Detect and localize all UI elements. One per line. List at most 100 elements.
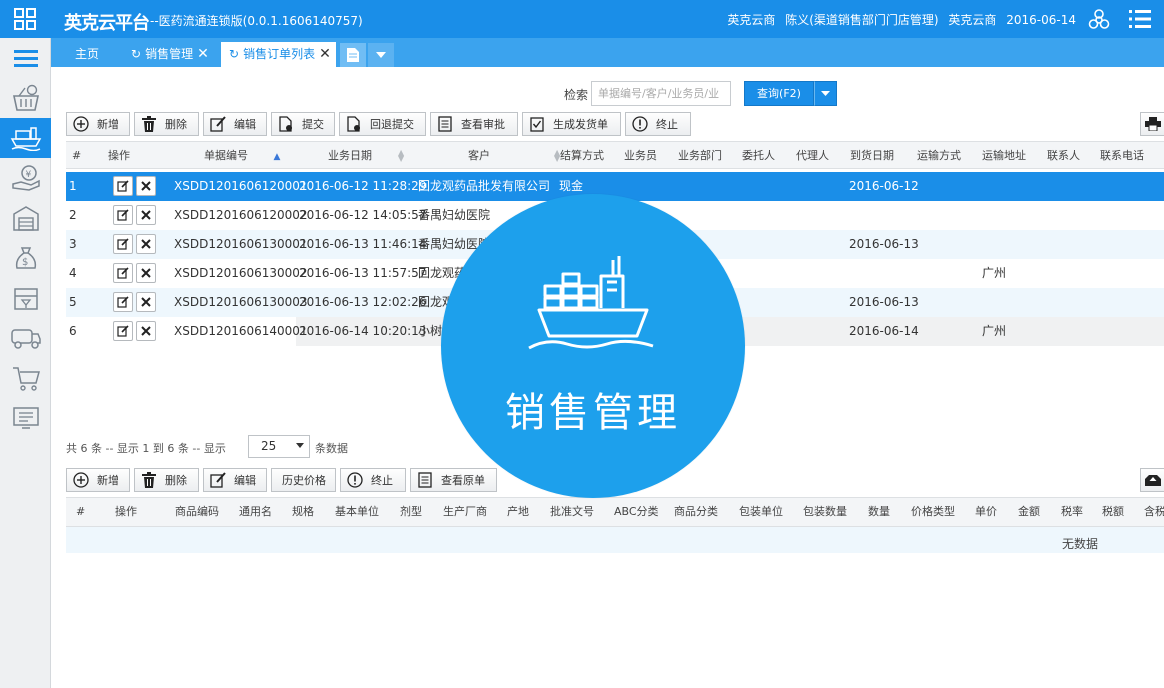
sidebar-item-retail[interactable] — [0, 358, 51, 398]
page-size-value: 25 — [261, 439, 277, 453]
sidebar-item-warehouse[interactable] — [0, 198, 51, 238]
query-dropdown-button[interactable] — [814, 81, 837, 106]
cell-address: 广州 — [982, 324, 1007, 338]
row-edit-button[interactable] — [113, 292, 133, 312]
col-price-type[interactable]: 价格类型 — [911, 498, 955, 525]
col-generic-name[interactable]: 通用名 — [239, 498, 272, 525]
app-grid-button[interactable] — [0, 0, 50, 38]
close-icon[interactable]: ✕ — [319, 46, 331, 62]
delete-button[interactable]: 删除 — [134, 112, 199, 136]
query-button[interactable]: 查询(F2) — [744, 81, 814, 106]
history-price-button[interactable]: 历史价格 — [271, 468, 336, 492]
upload-button[interactable] — [1140, 468, 1164, 492]
col-amount[interactable]: 金额 — [1018, 498, 1040, 525]
sidebar-item-money[interactable]: $ — [0, 238, 51, 278]
row-delete-button[interactable] — [136, 234, 156, 254]
col-spec[interactable]: 规格 — [292, 498, 314, 525]
close-icon — [141, 268, 151, 278]
col-department[interactable]: 业务部门 — [678, 142, 722, 169]
row-delete-button[interactable] — [136, 321, 156, 341]
col-agent[interactable]: 代理人 — [796, 142, 829, 169]
detail-delete-button[interactable]: 删除 — [134, 468, 199, 492]
col-approval-no[interactable]: 批准文号 — [550, 498, 594, 525]
col-product-code[interactable]: 商品编码 — [175, 498, 219, 525]
tab-sales[interactable]: ↻ 销售管理 ✕ — [123, 42, 217, 67]
col-settlement[interactable]: 结算方式 — [560, 142, 604, 169]
sidebar-item-sales[interactable] — [0, 118, 51, 158]
refresh-icon[interactable]: ↻ — [229, 42, 239, 67]
detail-add-button[interactable]: 新增 — [66, 468, 130, 492]
tab-dropdown-button[interactable] — [368, 43, 394, 67]
col-code[interactable]: 单据编号 ▲ — [204, 142, 280, 169]
tab-order-list[interactable]: ↻ 销售订单列表 ✕ — [221, 42, 336, 67]
col-origin[interactable]: 产地 — [507, 498, 529, 525]
company-name-2[interactable]: 英克云商 — [948, 13, 996, 27]
row-edit-button[interactable] — [113, 234, 133, 254]
col-tax-included[interactable]: 含税 — [1144, 498, 1164, 525]
revert-submit-button[interactable]: 回退提交 — [339, 112, 426, 136]
row-edit-button[interactable] — [113, 321, 133, 341]
print-button[interactable] — [1140, 112, 1164, 136]
sidebar-item-finance[interactable]: ¥ — [0, 158, 51, 198]
col-customer[interactable]: 客户 ▲ ▼ — [468, 142, 560, 169]
row-edit-button[interactable] — [113, 176, 133, 196]
close-icon[interactable]: ✕ — [197, 46, 209, 62]
col-tax-amount[interactable]: 税额 — [1102, 498, 1124, 525]
tab-home[interactable]: 主页 — [67, 42, 99, 67]
col-arrival-date[interactable]: 到货日期 — [850, 142, 894, 169]
row-edit-button[interactable] — [113, 205, 133, 225]
main-menu-button[interactable] — [1116, 0, 1164, 38]
view-original-button[interactable]: 查看原单 — [410, 468, 497, 492]
detail-edit-button[interactable]: 编辑 — [203, 468, 267, 492]
stop-button[interactable]: 终止 — [625, 112, 691, 136]
col-quantity[interactable]: 数量 — [868, 498, 890, 525]
col-base-unit[interactable]: 基本单位 — [335, 498, 379, 525]
col-salesman[interactable]: 业务员 — [624, 142, 657, 169]
pager-summary: 共 6 条 -- 显示 1 到 6 条 -- 显示 — [66, 442, 226, 455]
submit-label: 提交 — [302, 118, 324, 131]
detail-stop-button[interactable]: 终止 — [340, 468, 406, 492]
user-name[interactable]: 陈义(渠道销售部门门店管理) — [785, 13, 938, 27]
sidebar-menu-toggle[interactable] — [0, 38, 51, 78]
sidebar-item-purchase[interactable] — [0, 78, 51, 118]
page-size-select[interactable]: 25 — [248, 435, 310, 458]
sort-asc-icon[interactable]: ▲ — [274, 152, 281, 162]
col-client[interactable]: 委托人 — [742, 142, 775, 169]
sidebar-item-inventory[interactable] — [0, 278, 51, 318]
biohazard-icon[interactable] — [1088, 9, 1110, 34]
sort-icon[interactable]: ▲ ▼ — [398, 149, 404, 163]
edit-button[interactable]: 编辑 — [203, 112, 267, 136]
add-button[interactable]: 新增 — [66, 112, 130, 136]
col-package-qty[interactable]: 包装数量 — [803, 498, 847, 525]
col-contact[interactable]: 联系人 — [1047, 142, 1080, 169]
edit-icon — [117, 325, 129, 337]
sidebar-item-reports[interactable] — [0, 398, 51, 438]
col-phone[interactable]: 联系电话 — [1100, 142, 1144, 169]
row-delete-button[interactable] — [136, 205, 156, 225]
col-tax-rate[interactable]: 税率 — [1061, 498, 1083, 525]
col-transport[interactable]: 运输方式 — [917, 142, 961, 169]
view-approval-button[interactable]: 查看审批 — [430, 112, 518, 136]
col-unit-price[interactable]: 单价 — [975, 498, 997, 525]
plus-circle-icon — [73, 472, 89, 488]
col-product-class[interactable]: 商品分类 — [674, 498, 718, 525]
col-abc-class[interactable]: ABC分类 — [614, 498, 659, 525]
cell-customer: 小树 — [418, 324, 443, 338]
refresh-icon[interactable]: ↻ — [131, 42, 141, 67]
search-input[interactable] — [591, 81, 731, 106]
sidebar-item-logistics[interactable] — [0, 318, 51, 358]
row-delete-button[interactable] — [136, 176, 156, 196]
company-name[interactable]: 英克云商 — [727, 13, 775, 27]
col-date[interactable]: 业务日期 ▲ ▼ — [328, 142, 404, 169]
tab-document-button[interactable] — [340, 43, 366, 67]
col-address[interactable]: 运输地址 — [982, 142, 1026, 169]
col-manufacturer[interactable]: 生产厂商 — [443, 498, 487, 525]
submit-button[interactable]: 提交 — [271, 112, 335, 136]
col-dosage[interactable]: 剂型 — [400, 498, 422, 525]
col-package-unit[interactable]: 包装单位 — [739, 498, 783, 525]
row-delete-button[interactable] — [136, 263, 156, 283]
generate-delivery-button[interactable]: 生成发货单 — [522, 112, 621, 136]
row-delete-button[interactable] — [136, 292, 156, 312]
row-edit-button[interactable] — [113, 263, 133, 283]
cart-icon — [12, 367, 40, 391]
